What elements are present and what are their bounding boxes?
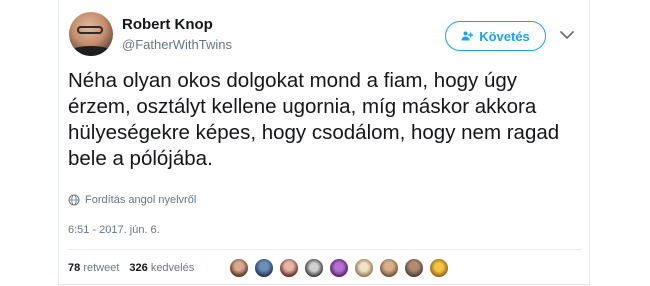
likes-stat[interactable]: 326 kedvelés [129, 262, 194, 274]
divider [68, 249, 582, 250]
tweet-stats: 78 retweet 326 kedvelés [68, 262, 194, 274]
chevron-down-icon[interactable] [560, 30, 574, 40]
liker-avatar[interactable] [329, 258, 349, 278]
likes-count: 326 [129, 262, 148, 274]
liker-avatar[interactable] [304, 258, 324, 278]
avatar-shirt [69, 46, 113, 56]
retweets-stat[interactable]: 78 retweet [68, 262, 119, 274]
author-handle[interactable]: @FatherWithTwins [122, 37, 232, 52]
liker-avatar[interactable] [379, 258, 399, 278]
globe-icon [68, 194, 80, 206]
liker-avatar[interactable] [354, 258, 374, 278]
user-plus-icon [461, 31, 474, 41]
avatar[interactable] [69, 12, 113, 56]
author-name[interactable]: Robert Knop [122, 16, 213, 33]
liker-avatar[interactable] [279, 258, 299, 278]
likes-label: kedvelés [150, 262, 195, 274]
tweet-text: Néha olyan okos dolgokat mond a fiam, ho… [68, 69, 560, 170]
translate-label: Fordítás angol nyelvről [85, 194, 197, 206]
follow-button[interactable]: Követés [445, 21, 546, 51]
liker-avatar[interactable] [404, 258, 424, 278]
liker-avatar[interactable] [229, 258, 249, 278]
liker-avatar[interactable] [254, 258, 274, 278]
liker-avatar[interactable] [429, 258, 449, 278]
translate-link[interactable]: Fordítás angol nyelvről [68, 194, 196, 206]
tweet-card: Robert Knop @FatherWithTwins Követés Néh… [58, 0, 590, 285]
follow-button-label: Követés [479, 28, 530, 44]
tweet-timestamp[interactable]: 6:51 - 2017. jún. 6. [68, 224, 160, 236]
liker-avatars [229, 258, 449, 278]
retweets-label: retweet [83, 262, 120, 274]
retweets-count: 78 [68, 262, 81, 274]
avatar-glasses [77, 26, 103, 34]
